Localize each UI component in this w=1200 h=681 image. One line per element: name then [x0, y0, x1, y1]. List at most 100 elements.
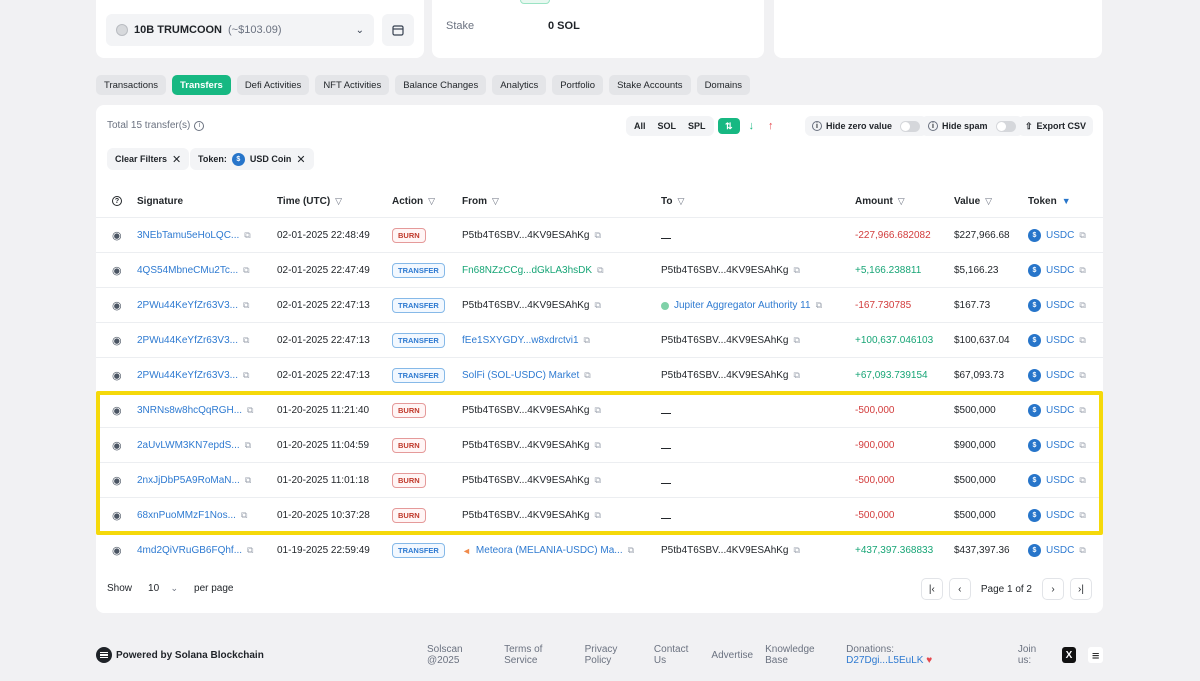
copy-icon[interactable]: ⧉ — [595, 510, 601, 521]
x-twitter-icon[interactable]: X — [1061, 647, 1077, 663]
copy-icon[interactable]: ⧉ — [1079, 370, 1085, 381]
token-link[interactable]: USDC — [1046, 475, 1074, 486]
copy-icon[interactable]: ⧉ — [241, 510, 247, 521]
copy-icon[interactable]: ⧉ — [595, 440, 601, 451]
calendar-button[interactable] — [382, 14, 414, 46]
tab-stake-accounts[interactable]: Stake Accounts — [609, 75, 691, 95]
from-address[interactable]: SolFi (SOL-USDC) Market — [462, 370, 579, 381]
token-link[interactable]: USDC — [1046, 230, 1074, 241]
copy-icon[interactable]: ⧉ — [1079, 510, 1085, 521]
hide-zero-toggle[interactable]: i Hide zero value — [805, 116, 928, 136]
arrow-up-icon[interactable]: ↑ — [763, 118, 779, 134]
token-holdings-select[interactable]: 10B TRUMCOON (~$103.09) ⌄ — [106, 14, 374, 46]
filter-spl-button[interactable]: SPL — [683, 118, 711, 134]
eye-icon[interactable]: ◉ — [112, 334, 122, 347]
copy-icon[interactable]: ⧉ — [794, 335, 800, 346]
page-size-select[interactable]: 10 ⌄ — [142, 578, 184, 598]
copy-icon[interactable]: ⧉ — [243, 300, 249, 311]
copy-icon[interactable]: ⧉ — [1079, 545, 1085, 556]
signature-link[interactable]: 2PWu44KeYfZr63V3... — [137, 335, 238, 346]
footer-link-knowledge[interactable]: Knowledge Base — [765, 644, 834, 666]
close-icon[interactable]: ✕ — [296, 153, 305, 166]
signature-link[interactable]: 3NRNs8w8hcQqRGH... — [137, 405, 242, 416]
copy-icon[interactable]: ⧉ — [628, 545, 634, 556]
signature-link[interactable]: 2nxJjDbP5A9RoMaN... — [137, 475, 240, 486]
signature-link[interactable]: 4md2QiVRuGB6FQhf... — [137, 545, 242, 556]
token-link[interactable]: USDC — [1046, 545, 1074, 556]
token-link[interactable]: USDC — [1046, 265, 1074, 276]
tab-transfers[interactable]: Transfers — [172, 75, 231, 95]
tab-nft-activities[interactable]: NFT Activities — [315, 75, 390, 95]
eye-icon[interactable]: ◉ — [112, 544, 122, 557]
filter-icon[interactable]: ▽ — [898, 196, 905, 207]
from-address[interactable]: Fn68NZzCCg...dGkLA3hsDK — [462, 265, 592, 276]
copy-icon[interactable]: ⧉ — [247, 405, 253, 416]
hide-spam-toggle[interactable]: i Hide spam — [921, 116, 1023, 136]
token-link[interactable]: USDC — [1046, 335, 1074, 346]
copy-icon[interactable]: ⧉ — [243, 335, 249, 346]
tab-balance-changes[interactable]: Balance Changes — [395, 75, 487, 95]
footer-link-privacy[interactable]: Privacy Policy — [585, 644, 642, 666]
filter-all-button[interactable]: All — [629, 118, 651, 134]
copy-icon[interactable]: ⧉ — [1079, 405, 1085, 416]
first-page-button[interactable]: |‹ — [920, 578, 943, 600]
eye-icon[interactable]: ◉ — [112, 439, 122, 452]
tab-analytics[interactable]: Analytics — [492, 75, 547, 95]
filter-icon[interactable]: ▽ — [428, 196, 435, 207]
eye-icon[interactable]: ◉ — [112, 299, 122, 312]
signature-link[interactable]: 2PWu44KeYfZr63V3... — [137, 370, 238, 381]
copy-icon[interactable]: ⧉ — [595, 475, 601, 486]
copy-icon[interactable]: ⧉ — [1079, 475, 1085, 486]
copy-icon[interactable]: ⧉ — [244, 230, 250, 241]
copy-icon[interactable]: ⧉ — [595, 405, 601, 416]
from-address[interactable]: Meteora (MELANIA-USDC) Ma... — [476, 545, 623, 556]
filter-icon[interactable]: ▽ — [985, 196, 992, 207]
medium-icon[interactable]: ≡ — [1088, 647, 1103, 663]
footer-link-advertise[interactable]: Advertise — [711, 650, 753, 661]
from-address[interactable]: fEe1SXYGDY...w8xdrctvi1 — [462, 335, 579, 346]
export-csv-button[interactable]: ⇧ Export CSV — [1018, 116, 1094, 136]
eye-icon[interactable]: ◉ — [112, 369, 122, 382]
copy-icon[interactable]: ⧉ — [1079, 300, 1085, 311]
copy-icon[interactable]: ⧉ — [1079, 440, 1085, 451]
token-link[interactable]: USDC — [1046, 405, 1074, 416]
next-page-button[interactable]: › — [1042, 578, 1064, 600]
copy-icon[interactable]: ⧉ — [1079, 265, 1085, 276]
last-page-button[interactable]: ›| — [1070, 578, 1092, 600]
copy-icon[interactable]: ⧉ — [584, 370, 590, 381]
token-link[interactable]: USDC — [1046, 510, 1074, 521]
footer-link-terms[interactable]: Terms of Service — [504, 644, 573, 666]
copy-icon[interactable]: ⧉ — [595, 230, 601, 241]
tab-defi-activities[interactable]: Defi Activities — [236, 75, 310, 95]
copy-icon[interactable]: ⧉ — [243, 370, 249, 381]
signature-link[interactable]: 4QS54MbneCMu2Tc... — [137, 265, 238, 276]
filter-active-icon[interactable]: ▼ — [1062, 196, 1071, 206]
filter-icon[interactable]: ▽ — [335, 196, 342, 207]
hide-zero-switch[interactable] — [900, 120, 921, 132]
donations-address[interactable]: D27Dgi...L5EuLK — [846, 655, 923, 666]
token-filter-chip[interactable]: Token: $ USD Coin ✕ — [190, 148, 314, 170]
info-icon[interactable]: i — [194, 120, 205, 131]
clear-filters-button[interactable]: Clear Filters ✕ — [107, 148, 190, 170]
prev-page-button[interactable]: ‹ — [948, 578, 971, 600]
signature-link[interactable]: 2aUvLWM3KN7epdS... — [137, 440, 240, 451]
filter-icon[interactable]: ▽ — [677, 196, 684, 207]
both-directions-icon[interactable]: ⇅ — [718, 118, 740, 134]
eye-icon[interactable]: ◉ — [112, 474, 122, 487]
hide-spam-switch[interactable] — [995, 120, 1016, 132]
eye-icon[interactable]: ◉ — [112, 229, 122, 242]
token-link[interactable]: USDC — [1046, 300, 1074, 311]
arrow-down-icon[interactable]: ↓ — [744, 118, 760, 134]
token-link[interactable]: USDC — [1046, 370, 1074, 381]
copy-icon[interactable]: ⧉ — [584, 335, 590, 346]
help-icon[interactable]: ? — [112, 185, 122, 217]
filter-sol-button[interactable]: SOL — [653, 118, 682, 134]
copy-icon[interactable]: ⧉ — [245, 475, 251, 486]
filter-icon[interactable]: ▽ — [492, 196, 499, 207]
copy-icon[interactable]: ⧉ — [597, 265, 603, 276]
copy-icon[interactable]: ⧉ — [243, 265, 249, 276]
tab-domains[interactable]: Domains — [696, 75, 751, 95]
token-link[interactable]: USDC — [1046, 440, 1074, 451]
tab-transactions[interactable]: Transactions — [96, 75, 167, 95]
eye-icon[interactable]: ◉ — [112, 264, 122, 277]
